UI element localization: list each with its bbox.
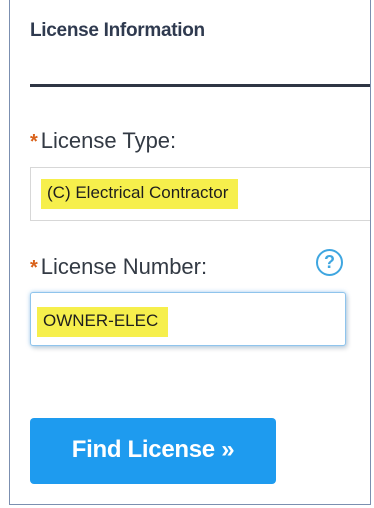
license-type-value: (C) Electrical Contractor (41, 179, 239, 209)
license-number-label-text: License Number: (40, 254, 208, 279)
license-number-value: OWNER-ELEC (37, 307, 169, 337)
find-license-button[interactable]: Find License » (30, 418, 276, 484)
license-type-field[interactable]: (C) Electrical Contractor (30, 167, 370, 221)
license-number-label: * License Number: (30, 254, 207, 280)
license-type-label-text: License Type: (40, 128, 177, 153)
required-marker: * (30, 131, 38, 153)
section-title: License Information (30, 20, 205, 41)
required-marker: * (30, 257, 38, 279)
license-panel: License Information * License Type: (C) E… (9, 0, 371, 505)
license-number-input[interactable]: OWNER-ELEC (30, 292, 346, 346)
help-icon[interactable]: ? (316, 249, 343, 276)
title-divider (30, 84, 370, 87)
license-type-label: * License Type: (30, 128, 176, 154)
